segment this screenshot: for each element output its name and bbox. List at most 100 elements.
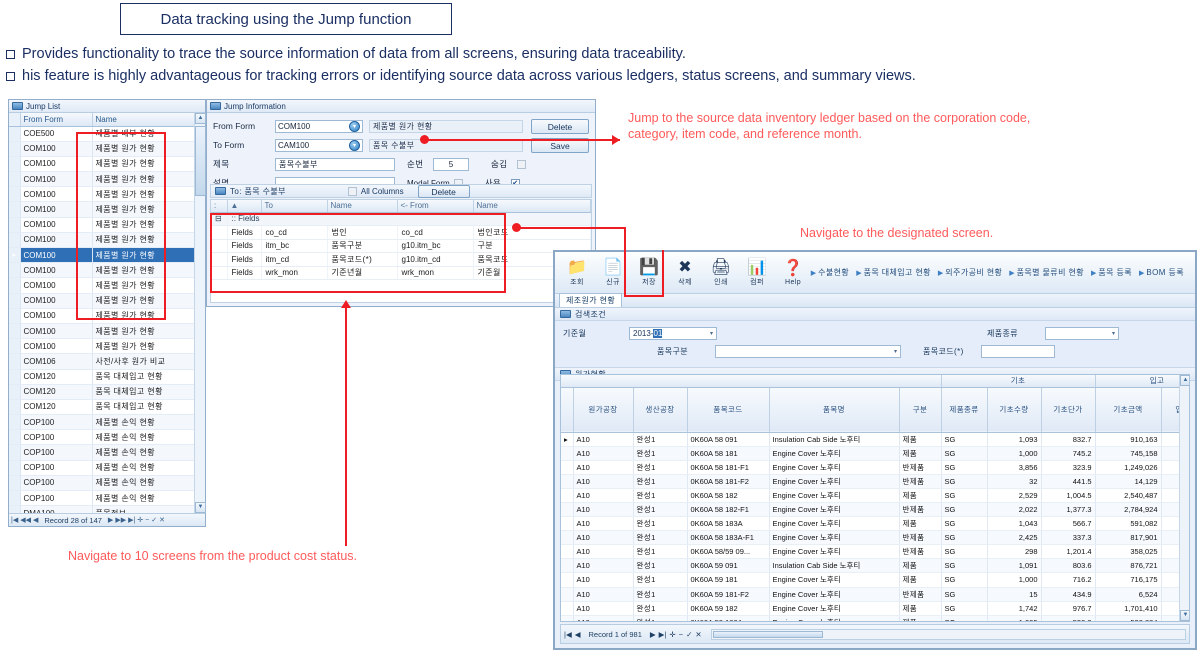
- lookup-icon[interactable]: ▾: [349, 139, 360, 151]
- dg-column-header[interactable]: 구분: [899, 387, 942, 433]
- dg-column-header[interactable]: 기초수량: [987, 387, 1042, 433]
- table-row[interactable]: COM100 제품별 원가 현황: [9, 277, 205, 294]
- quick-link[interactable]: ▶ BOM 등록: [1139, 267, 1184, 278]
- nav-last-icon[interactable]: ▶|: [128, 516, 135, 524]
- table-row[interactable]: COP100 제품별 손익 현황: [9, 460, 205, 476]
- erp-nav-confirm-icon[interactable]: ✓: [686, 630, 692, 639]
- title-input[interactable]: 품목수불부: [275, 157, 395, 171]
- tab-manufacturing-cost-status[interactable]: 제조원가 현황: [559, 293, 623, 307]
- scroll-down-arrow-icon[interactable]: ▼: [195, 502, 206, 513]
- quick-link[interactable]: ▶ 품목 대체입고 현황: [856, 267, 931, 278]
- table-row[interactable]: Fields itm_cd 품목코드(*) g10.itm_cd 품목코드: [211, 252, 591, 267]
- dg-column-header[interactable]: 기초단가: [1041, 387, 1096, 433]
- print-button[interactable]: 🖨 인쇄: [704, 258, 738, 287]
- field-group-row[interactable]: ⊟:: Fields: [211, 212, 591, 226]
- erp-nav-add-icon[interactable]: ✛: [669, 630, 675, 639]
- table-row[interactable]: ▸ A10 완성1 0K60A 58 091 Insulation Cab Side 노…: [561, 432, 1189, 447]
- chevron-down-icon[interactable]: ▾: [894, 348, 897, 355]
- hscroll-thumb[interactable]: [712, 630, 823, 638]
- fg-col-from-name[interactable]: Name: [473, 200, 591, 213]
- table-row[interactable]: DMA100품목정보: [9, 505, 205, 513]
- table-row[interactable]: COM100 제품별 원가 현황: [9, 232, 205, 249]
- table-row[interactable]: A10 완성1 0K60A 58 181-F1 Engine Cover 노후티 반제품…: [561, 460, 1189, 475]
- grid-scroll-up-icon[interactable]: ▲: [1180, 375, 1189, 386]
- fg-col-to[interactable]: To: [261, 200, 328, 213]
- table-row[interactable]: A10 완성1 0K60A 58 181 Engine Cover 노후티 제품 SG 1,…: [561, 446, 1189, 461]
- quick-link[interactable]: ▶ 수불현황: [811, 267, 849, 278]
- order-input[interactable]: 5: [433, 157, 469, 171]
- quick-link[interactable]: ▶ 품목별 물류비 현황: [1009, 267, 1084, 278]
- quick-link[interactable]: ▶ 외주가공비 현황: [938, 267, 1002, 278]
- all-columns-checkbox[interactable]: [347, 186, 357, 196]
- table-row[interactable]: A10 완성1 0K60A 58 183A-F1 Engine Cover 노후티 반제…: [561, 530, 1189, 546]
- table-row[interactable]: COP100 제품별 손익 현황: [9, 444, 205, 461]
- table-row[interactable]: COM100 제품별 원가 현황: [9, 308, 205, 324]
- table-row[interactable]: COM120 품목 대체입고 현황: [9, 384, 205, 400]
- dg-column-header[interactable]: 품목코드: [687, 387, 770, 433]
- dg-column-header[interactable]: 생산공장: [633, 387, 688, 433]
- lookup-icon[interactable]: ▾: [349, 120, 360, 132]
- table-row[interactable]: A10 완성1 0K60A 58 182 Engine Cover 노후티 제품 SG 2,…: [561, 488, 1189, 503]
- table-row[interactable]: COM100 제품별 원가 현황: [9, 201, 205, 218]
- erp-nav-next-icon[interactable]: ▶: [650, 630, 656, 639]
- item-code-input[interactable]: [981, 345, 1055, 358]
- scrollbar-thumb[interactable]: [195, 126, 206, 196]
- fg-col-sort[interactable]: ▲: [227, 200, 262, 213]
- hide-checkbox[interactable]: [517, 159, 526, 169]
- help-question-button[interactable]: ❓ Help: [776, 260, 810, 286]
- erp-nav-prev-icon[interactable]: ◀: [575, 630, 581, 639]
- table-row[interactable]: COP100 제품별 손익 현황: [9, 475, 205, 492]
- erp-nav-remove-icon[interactable]: −: [679, 630, 683, 639]
- table-row[interactable]: COM106 사전/사후 원가 비교: [9, 353, 205, 370]
- nav-cancel-icon[interactable]: ✕: [159, 516, 165, 524]
- nav-next-page-icon[interactable]: ▶▶: [115, 516, 126, 524]
- table-row[interactable]: COP100 제품별 손익 현황: [9, 490, 205, 507]
- chevron-down-icon[interactable]: ▾: [710, 330, 713, 337]
- nav-next-icon[interactable]: ▶: [108, 516, 113, 524]
- table-row[interactable]: A10 완성1 0K60A 58 183A Engine Cover 노후티 제품 SG 1…: [561, 516, 1189, 532]
- fg-col-from[interactable]: <- From: [397, 200, 474, 213]
- table-row[interactable]: A10 완성1 0K60A 59 091 Insulation Cab Side 노후…: [561, 558, 1189, 574]
- chevron-down-icon[interactable]: ▾: [1112, 330, 1115, 337]
- fields-grid-wrapper[interactable]: : ▲ To Name <- From Name ⊟:: Fields Field…: [210, 199, 592, 303]
- jump-list-scrollbar[interactable]: ▲ ▼: [194, 113, 206, 513]
- excel-export-button[interactable]: 📊 컴퍼: [740, 258, 774, 287]
- nav-prev-icon[interactable]: ◀: [33, 516, 38, 524]
- table-row[interactable]: COM100 제품별 원가 현황: [9, 217, 205, 233]
- table-row[interactable]: ▸ COM100 제품별 원가 현황: [9, 247, 205, 264]
- jump-list-navigator[interactable]: |◀ ◀◀ ◀ Record 28 of 147 ▶ ▶▶ ▶| ✛ − ✓ ✕: [9, 513, 205, 526]
- table-row[interactable]: COE500 제품별 배부 현황: [9, 126, 205, 142]
- fg-col-to-name[interactable]: Name: [327, 200, 398, 213]
- table-row[interactable]: Fields itm_bc 품목구분 g10.itm_bc 구분: [211, 239, 591, 253]
- erp-nav-first-icon[interactable]: |◀: [564, 630, 572, 639]
- save-disk-button[interactable]: 💾 저장: [632, 258, 666, 287]
- table-row[interactable]: A10 완성1 0K60A 58 182-F1 Engine Cover 노후티 반제품…: [561, 502, 1189, 518]
- grid-horizontal-scrollbar[interactable]: [710, 628, 1186, 640]
- erp-nav-cancel-icon[interactable]: ✕: [695, 630, 701, 639]
- col-from-form[interactable]: From Form: [20, 113, 93, 127]
- table-row[interactable]: COM100 제품별 원가 현황: [9, 338, 205, 355]
- table-row[interactable]: COM100 제품별 원가 현황: [9, 262, 205, 279]
- table-row[interactable]: A10완성10K60A 59 183AEngine Cover 노후티제품SG1…: [561, 615, 1189, 621]
- item-division-select[interactable]: ▾: [715, 345, 901, 358]
- product-type-select[interactable]: ▾: [1045, 327, 1119, 340]
- delete-x-button[interactable]: ✖ 삭제: [668, 258, 702, 287]
- table-row[interactable]: A10 완성1 0K60A 59 181 Engine Cover 노후티 제품 SG 1,…: [561, 572, 1189, 588]
- nav-confirm-icon[interactable]: ✓: [151, 516, 157, 524]
- from-form-combo[interactable]: COM100 ▾: [275, 119, 363, 133]
- fields-delete-button[interactable]: Delete: [417, 184, 470, 198]
- to-form-combo[interactable]: CAM100 ▾: [275, 138, 363, 152]
- table-row[interactable]: COP100 제품별 손익 현황: [9, 414, 205, 431]
- dg-column-header[interactable]: 품목명: [769, 387, 900, 433]
- group-expander-icon[interactable]: ⊟: [211, 212, 228, 226]
- table-row[interactable]: A10 완성1 0K60A 58/59 09... Engine Cover 노후티 반…: [561, 544, 1189, 560]
- nav-add-icon[interactable]: ✛: [137, 516, 143, 524]
- table-row[interactable]: Fields wrk_mon 기준년월 wrk_mon 기준월: [211, 266, 591, 280]
- table-row[interactable]: COP100 제품별 손익 현황: [9, 429, 205, 446]
- nav-prev-page-icon[interactable]: ◀◀: [20, 516, 31, 524]
- delete-button[interactable]: Delete: [531, 118, 589, 134]
- table-row[interactable]: COM100 제품별 원가 현황: [9, 323, 205, 340]
- table-row[interactable]: COM120 품목 대체입고 현황: [9, 399, 205, 416]
- table-row[interactable]: COM120 품목 대체입고 현황: [9, 369, 205, 385]
- grid-vertical-scrollbar[interactable]: ▲ ▼: [1179, 375, 1189, 621]
